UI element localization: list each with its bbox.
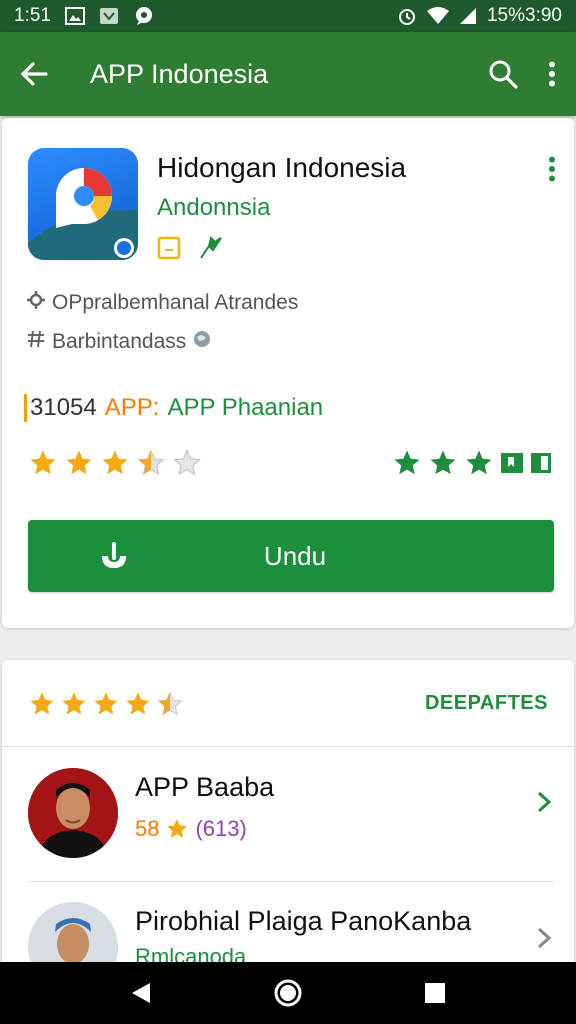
star-full-icon xyxy=(94,692,118,715)
nav-back-icon[interactable] xyxy=(130,981,152,1005)
feature-badges xyxy=(392,448,552,478)
reviewer-name: APP Baaba xyxy=(135,772,275,802)
alarm-icon xyxy=(397,6,417,26)
chevron-right-icon[interactable] xyxy=(536,790,552,819)
back-arrow-icon[interactable] xyxy=(20,61,48,87)
chat-notification-icon xyxy=(133,6,155,26)
star-half-icon xyxy=(157,691,183,716)
price-tag: APP: xyxy=(104,394,160,421)
category-text: OPpralbemhanal Atrandes xyxy=(52,291,299,314)
system-nav-bar xyxy=(0,962,576,1024)
meta-line-tags: Barbintandass xyxy=(26,329,212,355)
see-all-reviews-link[interactable]: DEEPAFTES xyxy=(425,692,548,715)
developer-link[interactable]: Andonnsia xyxy=(157,194,270,222)
signal-icon xyxy=(459,7,477,25)
page-title: APP Indonesia xyxy=(90,58,269,89)
image-notification-icon xyxy=(64,7,85,25)
app-logo-icon xyxy=(28,148,138,260)
top-developer-icon xyxy=(199,236,223,265)
app-name: Hidongan Indonesia xyxy=(157,152,407,183)
green-star-icon xyxy=(394,450,420,475)
reviews-card: DEEPAFTES APP Baaba 58 (613) Pirobhial P… xyxy=(2,660,574,992)
battery-clock-text: 15%3:90 xyxy=(486,5,562,26)
meta-line-category: OPpralbemhanal Atrandes xyxy=(26,290,298,316)
app-detail-card: Hidongan Indonesia Andonnsia OPpralbemha… xyxy=(2,118,574,628)
star-empty-icon xyxy=(173,449,201,476)
globe-icon xyxy=(192,329,212,355)
green-star-icon xyxy=(430,450,456,475)
search-icon[interactable] xyxy=(488,59,518,89)
app-rating-stars xyxy=(28,448,202,478)
price-line: 31054 APP: APP Phaanian xyxy=(24,394,323,422)
wifi-icon xyxy=(426,7,449,25)
star-full-icon xyxy=(66,450,92,475)
star-half-icon xyxy=(137,449,165,476)
price-code: 31054 xyxy=(24,394,97,422)
status-time: 1:51 xyxy=(14,5,51,26)
install-label: Undu xyxy=(263,540,327,571)
reviews-rating-stars xyxy=(28,690,184,718)
star-full-icon xyxy=(126,692,150,715)
reviewer-score: 58 xyxy=(135,816,160,841)
avatar xyxy=(28,768,118,858)
divider xyxy=(28,881,554,882)
app-more-icon[interactable] xyxy=(548,156,556,182)
app-badges xyxy=(157,236,223,265)
tag-icon xyxy=(26,329,46,355)
install-button[interactable]: Undu xyxy=(28,520,554,592)
editors-choice-icon xyxy=(157,236,181,265)
app-bar: APP Indonesia xyxy=(0,32,576,116)
review-item[interactable]: APP Baaba 58 (613) xyxy=(2,760,574,870)
reviewer-count: (613) xyxy=(195,816,247,841)
star-full-icon xyxy=(62,692,86,715)
nav-recents-icon[interactable] xyxy=(424,982,446,1004)
tags-text: Barbintandass xyxy=(52,330,187,353)
star-full-icon xyxy=(102,450,128,475)
star-full-icon xyxy=(167,819,188,838)
library-icon xyxy=(531,453,551,473)
price-kind: APP Phaanian xyxy=(167,394,324,421)
star-full-icon xyxy=(30,450,56,475)
star-full-icon xyxy=(30,692,54,715)
reviewer-name: Pirobhial Plaiga PanoKanba xyxy=(135,906,472,936)
chevron-right-icon[interactable] xyxy=(536,926,552,955)
reviewer-rating: 58 (613) xyxy=(135,816,247,842)
green-star-icon xyxy=(466,450,492,475)
bookmark-icon xyxy=(501,453,523,473)
divider xyxy=(2,746,574,747)
app-notification-icon xyxy=(99,7,119,25)
settings-icon xyxy=(26,290,46,316)
more-vert-icon[interactable] xyxy=(548,61,556,87)
status-bar: 1:51 15%3:90 xyxy=(0,0,576,32)
nav-home-icon[interactable] xyxy=(273,978,303,1008)
